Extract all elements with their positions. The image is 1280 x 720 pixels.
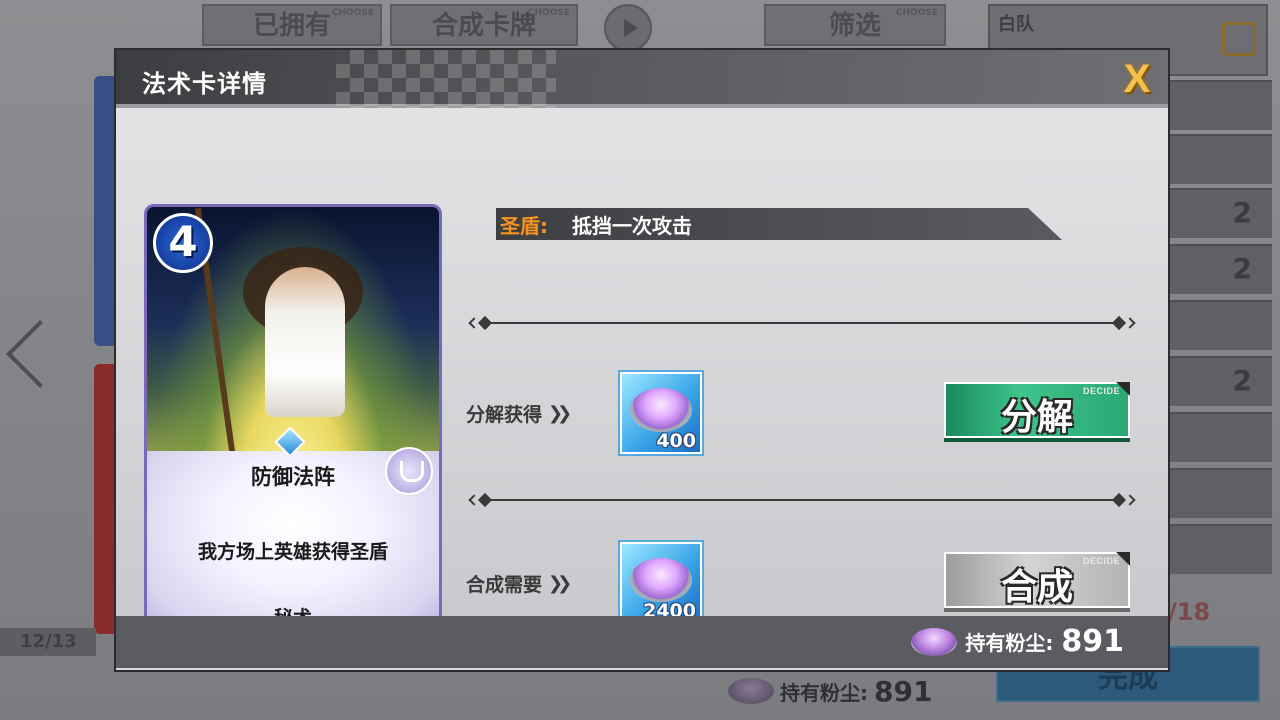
edit-icon (1222, 22, 1256, 56)
divider-line (482, 499, 1122, 501)
divider (468, 492, 1136, 508)
background-dust: 持有粉尘: 891 (728, 674, 932, 708)
keyword-name: 圣盾: (500, 214, 548, 238)
dialog-header: 法术卡详情 X (116, 50, 1168, 108)
deck-slot (1168, 80, 1272, 130)
play-icon (604, 4, 652, 52)
craft-cost-label: 合成需要 ❯❯ (466, 570, 572, 597)
divider (468, 315, 1136, 331)
deck-slot (1168, 300, 1272, 350)
dust-icon (728, 678, 774, 704)
craft-cards-tab-label: 合成卡牌 (431, 11, 536, 41)
filter-tab-tag: CHOOSE (895, 8, 938, 18)
craft-cards-tab-tag: CHOOSE (527, 8, 570, 18)
slot-count: 2 (1232, 364, 1252, 397)
deck-slot (1168, 134, 1272, 184)
filter-tab-label: 筛选 (828, 11, 881, 41)
decompose-dust-tile: 400 (620, 372, 702, 454)
chevron-right-icon (1124, 317, 1136, 329)
background-dust-value: 891 (874, 674, 933, 708)
arrow-left-icon (6, 320, 74, 388)
owned-dust-label: 持有粉尘: (965, 631, 1054, 655)
keyword-banner: 圣盾: 抵挡一次攻击 (496, 208, 1062, 240)
dust-icon (630, 388, 692, 432)
craft-dust-tile: 2400 (620, 542, 702, 624)
owned-dust: 持有粉尘: 891 (911, 624, 1124, 659)
decompose-dust-amount: 400 (656, 430, 696, 452)
deck-slot (1168, 468, 1272, 518)
card-cost: 4 (153, 213, 213, 273)
close-button[interactable]: X (1116, 58, 1158, 100)
divider-line (482, 322, 1122, 324)
dialog-footer: 持有粉尘: 891 (116, 616, 1168, 668)
dust-icon (911, 627, 958, 656)
card-count: /18 (1168, 598, 1211, 626)
card-description: 我方场上英雄获得圣盾 (197, 541, 388, 563)
deck-slot: 2 (1168, 244, 1272, 294)
dust-icon (630, 558, 692, 602)
craft-button-label: 合成 (1000, 567, 1073, 608)
keyword-description: 抵挡一次攻击 (572, 214, 692, 238)
spell-card-detail-dialog: 法术卡详情 X 4 防御法阵 我方场上英雄获得圣盾 秘术 圣盾: 抵挡一次攻击 (114, 48, 1170, 672)
deck-count: 12/13 (0, 628, 96, 656)
decompose-button[interactable]: DECIDE 分解 (944, 382, 1130, 438)
card-text-panel: 防御法阵 我方场上英雄获得圣盾 秘术 (147, 447, 439, 629)
double-chevron-icon: ❯❯ (548, 573, 572, 594)
slot-count: 2 (1232, 196, 1252, 229)
chevron-right-icon (1124, 494, 1136, 506)
owned-tab-tag: CHOOSE (331, 8, 374, 18)
filter-tab: 筛选 CHOOSE (764, 4, 946, 46)
team-label: 白队 (998, 14, 1034, 35)
spell-card: 4 防御法阵 我方场上英雄获得圣盾 秘术 (144, 204, 442, 632)
decompose-reward-label: 分解获得 ❯❯ (466, 400, 572, 427)
decompose-button-label: 分解 (1000, 397, 1073, 438)
decompose-label-text: 分解获得 (466, 404, 543, 426)
background-dust-label: 持有粉尘: (780, 680, 868, 705)
header-pattern (336, 50, 556, 108)
deck-slot: 2 (1168, 188, 1272, 238)
craft-cards-tab: 合成卡牌 CHOOSE (390, 4, 578, 46)
double-chevron-icon: ❯❯ (548, 403, 572, 424)
slot-count: 2 (1232, 252, 1252, 285)
dialog-body: 4 防御法阵 我方场上英雄获得圣盾 秘术 圣盾: 抵挡一次攻击 分解获得 ❯❯ (116, 108, 1168, 632)
craft-label-text: 合成需要 (466, 574, 543, 596)
class-emblem-icon (385, 447, 433, 495)
deck-slot (1168, 524, 1272, 574)
owned-tab: 已拥有 CHOOSE (202, 4, 382, 46)
craft-button[interactable]: DECIDE 合成 (944, 552, 1130, 608)
owned-tab-label: 已拥有 (252, 11, 331, 41)
hero-figure-art (265, 267, 345, 417)
owned-dust-value: 891 (1061, 624, 1124, 659)
deck-slot (1168, 412, 1272, 462)
deck-slot: 2 (1168, 356, 1272, 406)
dialog-title: 法术卡详情 (142, 70, 267, 98)
